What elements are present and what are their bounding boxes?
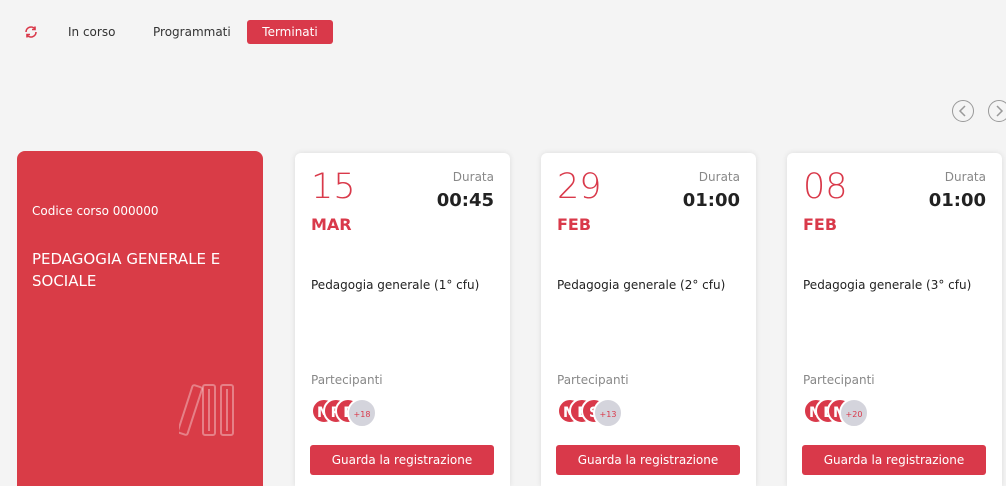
lesson-title: Pedagogia generale (2° cfu) xyxy=(557,278,726,292)
lesson-day: 15 xyxy=(311,167,356,207)
more-participants-badge: +20 xyxy=(839,398,869,428)
tab-terminati[interactable]: Terminati xyxy=(247,20,333,44)
watch-recording-button[interactable]: Guarda la registrazione xyxy=(802,445,986,475)
carousel-prev-button[interactable] xyxy=(952,100,974,122)
chevron-left-icon xyxy=(958,105,966,117)
participants-label: Partecipanti xyxy=(803,373,875,387)
more-participants-badge: +13 xyxy=(593,398,623,428)
participants-avatars: M E M +20 xyxy=(803,398,923,428)
lesson-day: 08 xyxy=(803,167,848,207)
lesson-title: Pedagogia generale (3° cfu) xyxy=(803,278,972,292)
lesson-card: 15 MAR Durata 00:45 Pedagogia generale (… xyxy=(295,153,510,486)
refresh-icon[interactable] xyxy=(24,24,38,38)
lesson-month: FEB xyxy=(557,215,592,234)
lesson-card: 29 FEB Durata 01:00 Pedagogia generale (… xyxy=(541,153,756,486)
lesson-month: FEB xyxy=(803,215,838,234)
lesson-card: 08 FEB Durata 01:00 Pedagogia generale (… xyxy=(787,153,1002,486)
more-participants-badge: +18 xyxy=(347,398,377,428)
participants-avatars: M R E +18 xyxy=(311,398,431,428)
tab-programmati[interactable]: Programmati xyxy=(153,20,231,44)
watch-recording-button[interactable]: Guarda la registrazione xyxy=(556,445,740,475)
participants-avatars: M E S +13 xyxy=(557,398,677,428)
lesson-month: MAR xyxy=(311,215,352,234)
duration-label: Durata xyxy=(452,170,494,184)
lesson-day: 29 xyxy=(557,167,602,207)
duration-value: 01:00 xyxy=(928,190,986,211)
watch-recording-button[interactable]: Guarda la registrazione xyxy=(310,445,494,475)
filter-bar: In corso Programmati Terminati xyxy=(0,0,1006,50)
lesson-title: Pedagogia generale (1° cfu) xyxy=(311,278,480,292)
course-card: Codice corso 000000 PEDAGOGIA GENERALE E… xyxy=(17,151,263,486)
tab-in-corso[interactable]: In corso xyxy=(68,20,115,44)
carousel-next-button[interactable] xyxy=(988,100,1006,122)
participants-label: Partecipanti xyxy=(557,373,629,387)
participants-label: Partecipanti xyxy=(311,373,383,387)
course-title: PEDAGOGIA GENERALE E SOCIALE xyxy=(32,250,221,290)
duration-label: Durata xyxy=(944,170,986,184)
duration-value: 00:45 xyxy=(436,190,494,211)
duration-label: Durata xyxy=(698,170,740,184)
course-code: Codice corso 000000 xyxy=(32,204,159,218)
books-icon xyxy=(179,384,234,436)
duration-value: 01:00 xyxy=(682,190,740,211)
chevron-right-icon xyxy=(996,105,1004,117)
